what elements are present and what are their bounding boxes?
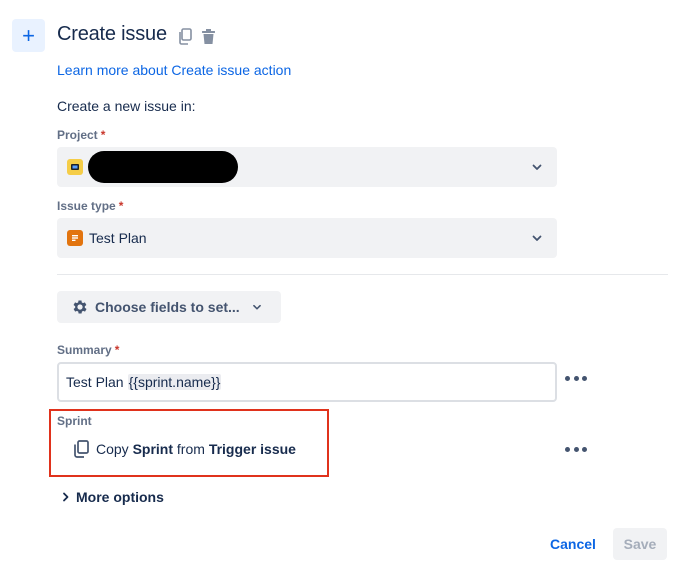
copy-icon[interactable]	[176, 26, 194, 46]
chevron-down-icon	[532, 164, 542, 170]
trash-icon[interactable]	[199, 26, 217, 46]
summary-value-text: Test Plan	[66, 374, 124, 390]
section-divider	[57, 274, 668, 275]
summary-more-actions-icon[interactable]	[565, 370, 587, 386]
copy-field-name: Sprint	[132, 441, 174, 457]
issue-type-select[interactable]: Test Plan	[57, 218, 557, 258]
project-label-text: Project	[57, 128, 98, 142]
required-marker: *	[114, 343, 120, 357]
copy-word: Copy	[96, 441, 129, 457]
summary-label-text: Summary	[57, 343, 112, 357]
choose-fields-label: Choose fields to set...	[95, 299, 240, 315]
intro-text: Create a new issue in:	[57, 98, 196, 114]
chevron-down-icon	[532, 235, 542, 241]
from-word: from	[176, 441, 205, 457]
summary-input[interactable]: Test Plan {{sprint.name}}	[57, 362, 557, 402]
smart-value-token: {{sprint.name}}	[127, 374, 222, 390]
project-label: Project *	[57, 128, 105, 142]
cancel-button[interactable]: Cancel	[544, 531, 602, 557]
copy-icon	[74, 440, 89, 458]
issue-type-label: Issue type *	[57, 199, 123, 213]
issue-type-label-text: Issue type	[57, 199, 116, 213]
project-avatar-icon	[67, 159, 83, 175]
issue-type-value: Test Plan	[89, 230, 147, 246]
learn-more-link[interactable]: Learn more about Create issue action	[57, 62, 291, 78]
more-options-toggle[interactable]: More options	[60, 489, 164, 505]
page-title: Create issue	[57, 23, 167, 45]
test-plan-icon	[67, 230, 83, 246]
redacted-project-name	[88, 151, 238, 183]
required-marker: *	[100, 128, 106, 142]
chevron-down-icon	[252, 304, 261, 310]
chevron-right-icon	[63, 492, 69, 502]
project-select[interactable]	[57, 147, 557, 187]
copy-source: Trigger issue	[208, 441, 296, 457]
sprint-more-actions-icon[interactable]	[565, 441, 587, 457]
plus-icon: +	[22, 22, 35, 48]
more-options-label: More options	[76, 489, 164, 505]
sprint-copy-value[interactable]: Copy Sprint from Trigger issue	[73, 440, 296, 458]
required-marker: *	[118, 199, 124, 213]
add-action-button[interactable]: +	[12, 19, 45, 52]
summary-label: Summary *	[57, 343, 119, 357]
gear-icon	[73, 300, 87, 314]
choose-fields-button[interactable]: Choose fields to set...	[57, 291, 281, 323]
save-button[interactable]: Save	[613, 528, 667, 560]
